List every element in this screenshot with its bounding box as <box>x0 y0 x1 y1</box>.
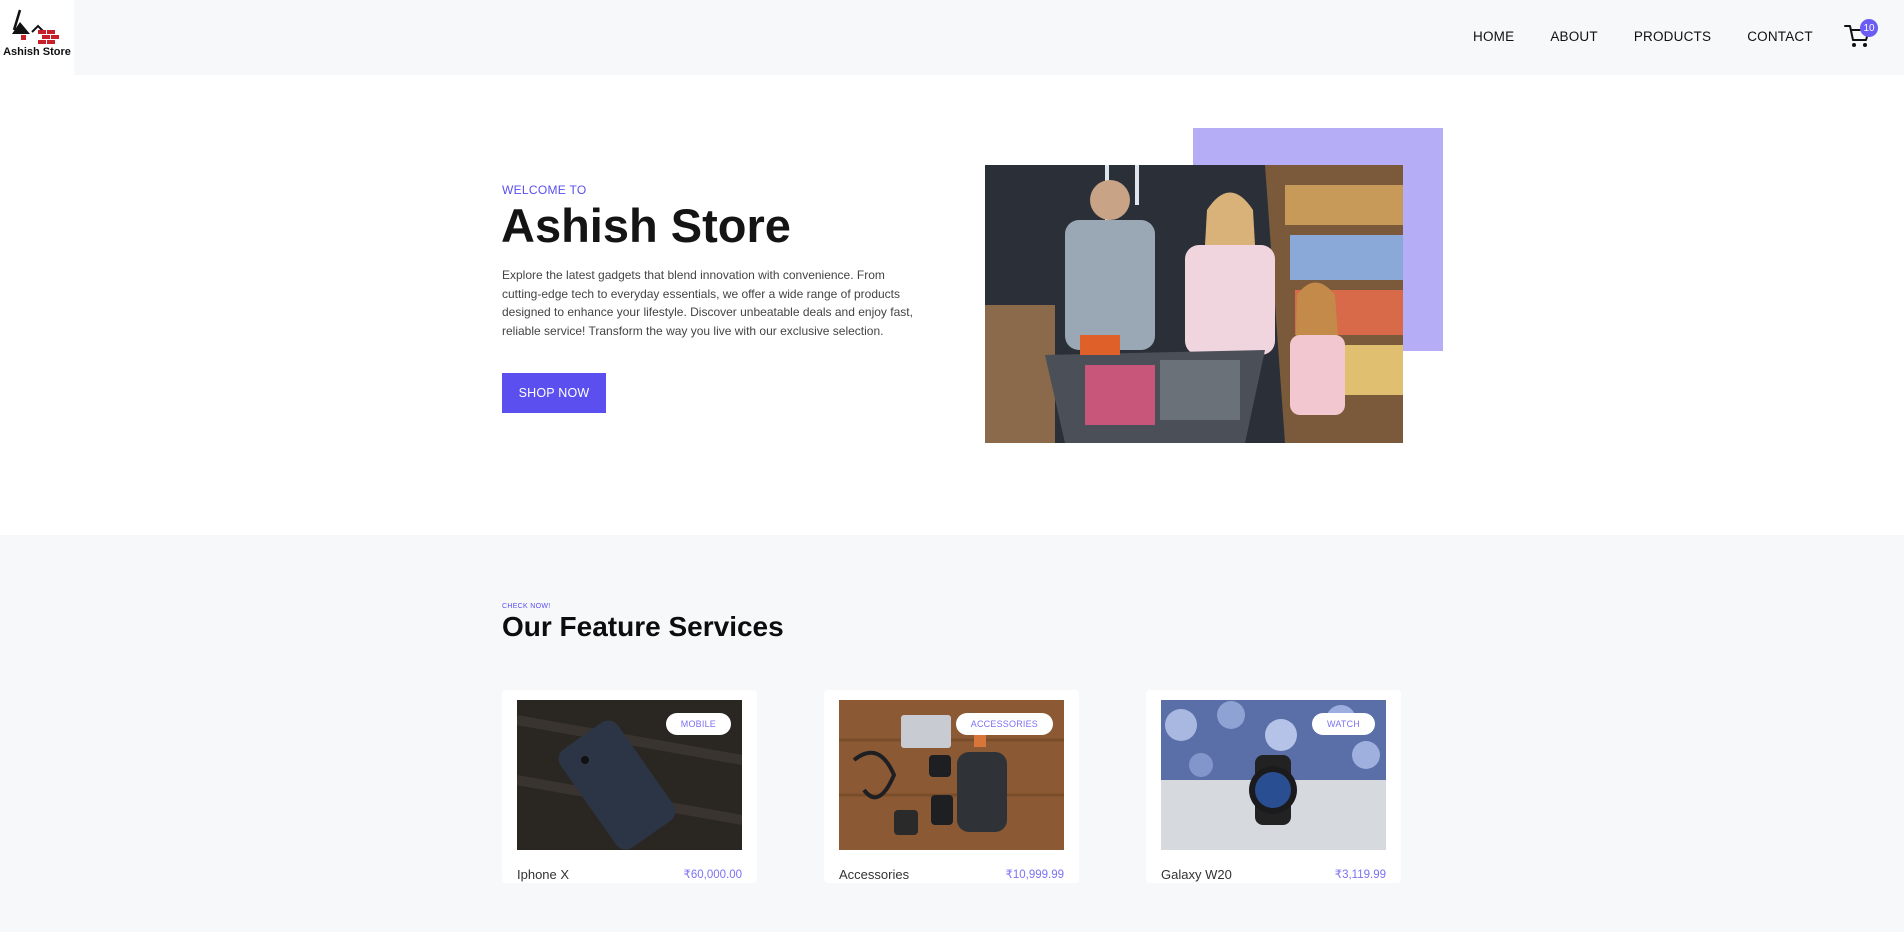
card-price: ₹3,119.99 <box>1334 869 1386 881</box>
card-price: ₹60,000.00 <box>683 869 742 881</box>
card-tag: WATCH <box>1312 713 1375 735</box>
hero-title: Ashish Store <box>501 199 791 252</box>
services-title: Our Feature Services <box>502 611 784 642</box>
site-header: Ashish Store HOME ABOUT PRODUCTS CONTACT… <box>0 0 1904 75</box>
services-eyebrow: CHECK NOW! <box>502 603 551 610</box>
nav-about[interactable]: ABOUT <box>1550 29 1598 44</box>
hero-image <box>985 165 1403 443</box>
logo-mark <box>12 9 59 44</box>
product-image: WATCH <box>1161 700 1386 850</box>
logo[interactable]: Ashish Store <box>0 0 74 75</box>
nav-home[interactable]: HOME <box>1473 29 1514 44</box>
shop-now-button[interactable]: SHOP NOW <box>502 373 606 413</box>
card-name: Iphone X <box>517 867 570 882</box>
card-price: ₹10,999.99 <box>1005 869 1064 881</box>
product-image: MOBILE <box>517 700 742 850</box>
card-name: Accessories <box>839 867 910 882</box>
product-card[interactable]: ACCESSORIES Accessories ₹10,999.99 <box>824 690 1079 883</box>
nav-contact[interactable]: CONTACT <box>1747 29 1813 44</box>
product-card[interactable]: WATCH Galaxy W20 ₹3,119.99 <box>1146 690 1401 883</box>
product-card[interactable]: MOBILE Iphone X ₹60,000.00 <box>502 690 757 883</box>
logo-text: Ashish Store <box>3 46 71 58</box>
card-name: Galaxy W20 <box>1161 867 1232 882</box>
hero-description: Explore the latest gadgets that blend in… <box>502 268 913 338</box>
card-tag: MOBILE <box>665 713 731 735</box>
nav-products[interactable]: PRODUCTS <box>1634 29 1711 44</box>
card-tag: ACCESSORIES <box>955 713 1053 735</box>
product-image: ACCESSORIES <box>839 700 1064 850</box>
main-nav: HOME ABOUT PRODUCTS CONTACT <box>1473 29 1849 44</box>
cart-count-badge: 10 <box>1860 19 1878 37</box>
hero-eyebrow: WELCOME TO <box>502 183 587 197</box>
